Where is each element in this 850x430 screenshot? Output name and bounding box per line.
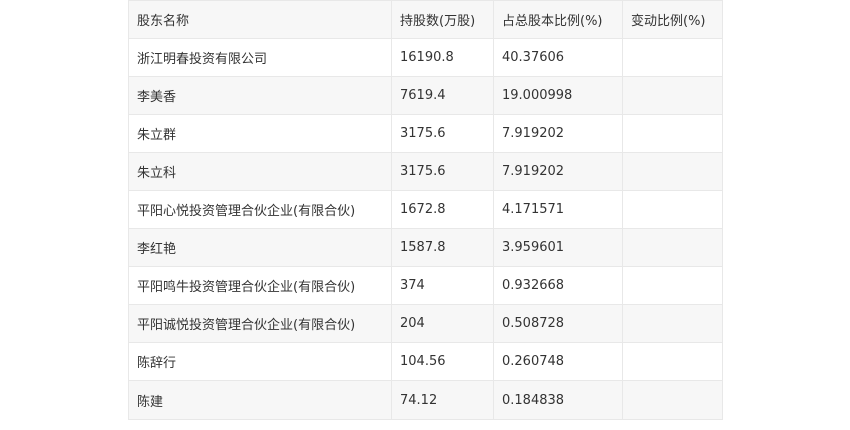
share-ratio-cell: 0.184838 xyxy=(493,380,623,420)
share-ratio-cell: 7.919202 xyxy=(493,152,623,191)
shares-held-cell: 74.12 xyxy=(391,380,494,420)
table-row: 朱立群 3175.6 7.919202 xyxy=(128,114,723,153)
shares-held-cell: 3175.6 xyxy=(391,152,494,191)
shareholder-name-cell: 平阳鸣牛投资管理合伙企业(有限合伙) xyxy=(128,266,392,305)
share-ratio-cell: 4.171571 xyxy=(493,190,623,229)
change-ratio-cell xyxy=(622,152,723,191)
shares-held-cell: 7619.4 xyxy=(391,76,494,115)
table-row: 平阳鸣牛投资管理合伙企业(有限合伙) 374 0.932668 xyxy=(128,266,723,305)
table-row: 陈辞行 104.56 0.260748 xyxy=(128,342,723,381)
change-ratio-cell xyxy=(622,304,723,343)
shareholder-table: 股东名称 持股数(万股) 占总股本比例(%) 变动比例(%) 浙江明春投资有限公… xyxy=(128,0,723,420)
change-ratio-cell xyxy=(622,190,723,229)
share-ratio-cell: 40.37606 xyxy=(493,38,623,77)
table-row: 李红艳 1587.8 3.959601 xyxy=(128,228,723,267)
change-ratio-cell xyxy=(622,342,723,381)
change-ratio-cell xyxy=(622,380,723,420)
share-ratio-cell: 0.260748 xyxy=(493,342,623,381)
share-ratio-cell: 7.919202 xyxy=(493,114,623,153)
shares-held-cell: 16190.8 xyxy=(391,38,494,77)
table-body: 浙江明春投资有限公司 16190.8 40.37606 李美香 7619.4 1… xyxy=(128,38,723,420)
header-shareholder-name: 股东名称 xyxy=(128,0,392,39)
shareholder-name-cell: 陈辞行 xyxy=(128,342,392,381)
table-header: 股东名称 持股数(万股) 占总股本比例(%) 变动比例(%) xyxy=(128,0,723,39)
shareholder-name-cell: 平阳心悦投资管理合伙企业(有限合伙) xyxy=(128,190,392,229)
header-share-ratio: 占总股本比例(%) xyxy=(493,0,623,39)
shareholder-name-cell: 朱立群 xyxy=(128,114,392,153)
table-row: 平阳心悦投资管理合伙企业(有限合伙) 1672.8 4.171571 xyxy=(128,190,723,229)
shareholder-name-cell: 陈建 xyxy=(128,380,392,420)
change-ratio-cell xyxy=(622,228,723,267)
header-row: 股东名称 持股数(万股) 占总股本比例(%) 变动比例(%) xyxy=(128,0,723,39)
shares-held-cell: 1587.8 xyxy=(391,228,494,267)
share-ratio-cell: 3.959601 xyxy=(493,228,623,267)
shareholder-name-cell: 李美香 xyxy=(128,76,392,115)
shareholder-name-cell: 朱立科 xyxy=(128,152,392,191)
change-ratio-cell xyxy=(622,76,723,115)
shareholder-name-cell: 李红艳 xyxy=(128,228,392,267)
shares-held-cell: 3175.6 xyxy=(391,114,494,153)
share-ratio-cell: 19.000998 xyxy=(493,76,623,115)
shareholder-name-cell: 平阳诚悦投资管理合伙企业(有限合伙) xyxy=(128,304,392,343)
shares-held-cell: 374 xyxy=(391,266,494,305)
change-ratio-cell xyxy=(622,38,723,77)
shareholder-table-container: 股东名称 持股数(万股) 占总股本比例(%) 变动比例(%) 浙江明春投资有限公… xyxy=(128,0,723,420)
shares-held-cell: 204 xyxy=(391,304,494,343)
change-ratio-cell xyxy=(622,266,723,305)
share-ratio-cell: 0.932668 xyxy=(493,266,623,305)
table-row: 朱立科 3175.6 7.919202 xyxy=(128,152,723,191)
shareholder-name-cell: 浙江明春投资有限公司 xyxy=(128,38,392,77)
header-shares-held: 持股数(万股) xyxy=(391,0,494,39)
header-change-ratio: 变动比例(%) xyxy=(622,0,723,39)
change-ratio-cell xyxy=(622,114,723,153)
table-row: 李美香 7619.4 19.000998 xyxy=(128,76,723,115)
table-row: 平阳诚悦投资管理合伙企业(有限合伙) 204 0.508728 xyxy=(128,304,723,343)
table-row: 陈建 74.12 0.184838 xyxy=(128,380,723,420)
share-ratio-cell: 0.508728 xyxy=(493,304,623,343)
shares-held-cell: 104.56 xyxy=(391,342,494,381)
table-row: 浙江明春投资有限公司 16190.8 40.37606 xyxy=(128,38,723,77)
shares-held-cell: 1672.8 xyxy=(391,190,494,229)
